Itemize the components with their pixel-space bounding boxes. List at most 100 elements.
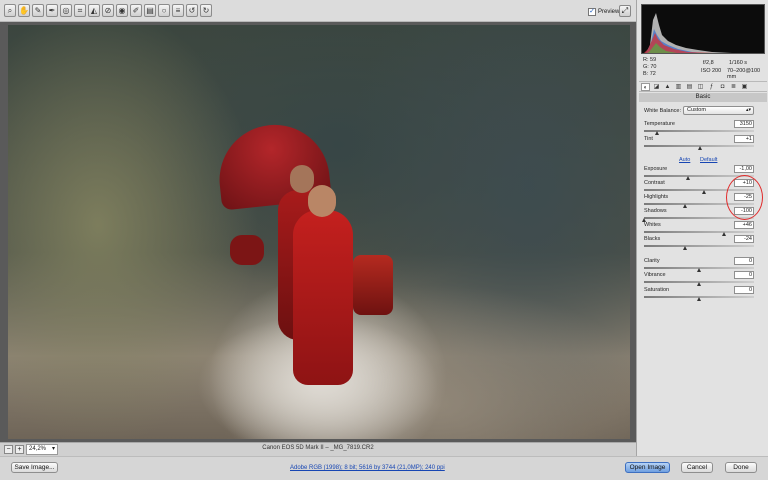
exposure-label: Exposure (644, 166, 668, 172)
highlights-label: Highlights (644, 194, 669, 200)
rotate-ccw-icon[interactable]: ↺ (186, 4, 198, 17)
workflow-options-link[interactable]: Adobe RGB (1998); 8 bit; 5616 by 3744 (2… (290, 465, 445, 471)
vibrance-value-field[interactable]: 0 (734, 271, 754, 279)
status-bar: Canon EOS 5D Mark II – _MG_7819.CR2 − + … (0, 442, 636, 456)
blacks-value-field[interactable]: -24 (734, 235, 754, 243)
presets-tab-icon[interactable]: ≣ (729, 83, 738, 91)
eyedropper-icon[interactable]: ✎ (32, 4, 44, 17)
brush-icon[interactable]: ✐ (130, 4, 142, 17)
filename-label: Canon EOS 5D Mark II – _MG_7819.CR2 (262, 445, 374, 451)
blacks-slider-thumb[interactable] (683, 246, 688, 250)
contrast-label: Contrast (644, 180, 665, 186)
white-balance-select[interactable]: Custom ▴▾ (683, 106, 754, 115)
zoom-icon[interactable]: ⌕ (4, 4, 16, 17)
split-toning-tab-icon[interactable]: ▤ (685, 83, 694, 91)
whites-slider[interactable] (644, 231, 754, 233)
tint-label: Tint (644, 136, 653, 142)
basic-tab-icon[interactable]: ◐ (641, 83, 650, 91)
hand-icon[interactable]: ✋ (18, 4, 30, 17)
temperature-label: Temperature (644, 121, 675, 127)
whites-slider-thumb[interactable] (721, 232, 726, 236)
green-readout: G: 70 (643, 64, 657, 70)
vibrance-slider-thumb[interactable] (696, 282, 701, 286)
hsl-tab-icon[interactable]: ▥ (674, 83, 683, 91)
photo-monk-back-head (290, 165, 314, 193)
shutter-value: 1/160 s (729, 60, 748, 66)
blacks-label: Blacks (644, 236, 661, 242)
radial-filter-icon[interactable]: ○ (158, 4, 170, 17)
shadows-label: Shadows (644, 208, 667, 214)
saturation-slider-thumb[interactable] (696, 297, 701, 301)
panel-tabs: ◐ ◪ ▲ ▥ ▤ ◫ ƒ ◘ ≣ ▣ (639, 81, 767, 92)
bottom-bar: Save Image... Adobe RGB (1998); 8 bit; 5… (0, 456, 768, 480)
preview-toggle[interactable]: ✓ Preview (588, 6, 619, 18)
tint-value-field[interactable]: +1 (734, 135, 754, 143)
straighten-icon[interactable]: ◭ (88, 4, 100, 17)
effects-tab-icon[interactable]: ƒ (707, 83, 716, 91)
preview-checkbox[interactable]: ✓ (588, 8, 596, 16)
histogram (641, 4, 765, 54)
photo-basket-left (230, 235, 264, 265)
target-adjust-icon[interactable]: ◎ (60, 4, 72, 17)
white-balance-label: White Balance: (644, 108, 681, 114)
highlights-slider-thumb[interactable] (682, 204, 687, 208)
temperature-slider-thumb[interactable] (654, 131, 659, 135)
camera-calibration-tab-icon[interactable]: ◘ (718, 83, 727, 91)
red-eye-icon[interactable]: ◉ (116, 4, 128, 17)
clarity-label: Clarity (644, 258, 660, 264)
info-readout: R: 59 G: 70 B: 72 f/2,8 1/160 s ISO 200 … (641, 57, 765, 80)
section-title: Basic (639, 93, 767, 102)
photo-monk-front (293, 210, 353, 385)
graduated-filter-icon[interactable]: ▤ (144, 4, 156, 17)
crop-icon[interactable]: ⌗ (74, 4, 86, 17)
preferences-icon[interactable]: ≡ (172, 4, 184, 17)
preview-label: Preview (598, 9, 620, 15)
temperature-value-field[interactable]: 3150 (734, 120, 754, 128)
vibrance-label: Vibrance (644, 272, 666, 278)
tint-slider-thumb[interactable] (697, 146, 702, 150)
rotate-cw-icon[interactable]: ↻ (200, 4, 212, 17)
iso-value: ISO 200 (701, 68, 722, 74)
whites-label: Whites (644, 222, 661, 228)
snapshots-tab-icon[interactable]: ▣ (740, 83, 749, 91)
temperature-slider[interactable] (644, 130, 754, 132)
chevron-down-icon: ▴▾ (745, 107, 751, 113)
blue-readout: B: 72 (643, 71, 656, 77)
zoom-out-button[interactable]: − (4, 445, 13, 454)
image-preview-area[interactable] (0, 22, 636, 442)
zoom-in-button[interactable]: + (15, 445, 24, 454)
auto-link[interactable]: Auto (679, 157, 690, 163)
cancel-button[interactable]: Cancel (681, 462, 713, 473)
done-button[interactable]: Done (725, 462, 757, 473)
zoom-level-select[interactable]: 24,2% ▾ (26, 444, 58, 455)
detail-tab-icon[interactable]: ▲ (663, 83, 672, 91)
clarity-slider-thumb[interactable] (696, 268, 701, 272)
whites-value-field[interactable]: +46 (734, 221, 754, 229)
highlight-annotation-circle (726, 175, 763, 220)
photo-preview[interactable] (8, 25, 630, 439)
chevron-down-icon: ▾ (51, 446, 55, 452)
clarity-value-field[interactable]: 0 (734, 257, 754, 265)
white-balance-value: Custom (687, 107, 706, 113)
aperture-value: f/2,8 (703, 60, 714, 66)
red-readout: R: 59 (643, 57, 657, 63)
toolbar: ⌕ ✋ ✎ ✒ ◎ ⌗ ◭ ⊘ ◉ ✐ ▤ ○ ≡ ↺ ↻ ✓ Preview … (0, 0, 636, 22)
default-link[interactable]: Default (700, 157, 717, 163)
contrast-slider-thumb[interactable] (702, 190, 706, 194)
lens-corrections-tab-icon[interactable]: ◫ (696, 83, 705, 91)
blacks-slider[interactable] (644, 245, 754, 247)
save-image-button[interactable]: Save Image... (11, 462, 58, 473)
saturation-label: Saturation (644, 287, 670, 293)
color-sampler-icon[interactable]: ✒ (46, 4, 58, 17)
open-image-button[interactable]: Open Image (625, 462, 670, 473)
fullscreen-button[interactable]: ⤢ (619, 5, 631, 17)
lens-value: 70–200@100 mm (727, 68, 761, 80)
spot-removal-icon[interactable]: ⊘ (102, 4, 114, 17)
zoom-level-value: 24,2% (29, 446, 47, 452)
photo-basket-right (353, 255, 393, 315)
photo-monk-front-head (308, 185, 336, 217)
exposure-value-field[interactable]: -1,00 (734, 165, 754, 173)
tone-curve-tab-icon[interactable]: ◪ (652, 83, 661, 91)
exposure-slider-thumb[interactable] (685, 176, 690, 180)
saturation-value-field[interactable]: 0 (734, 286, 754, 294)
